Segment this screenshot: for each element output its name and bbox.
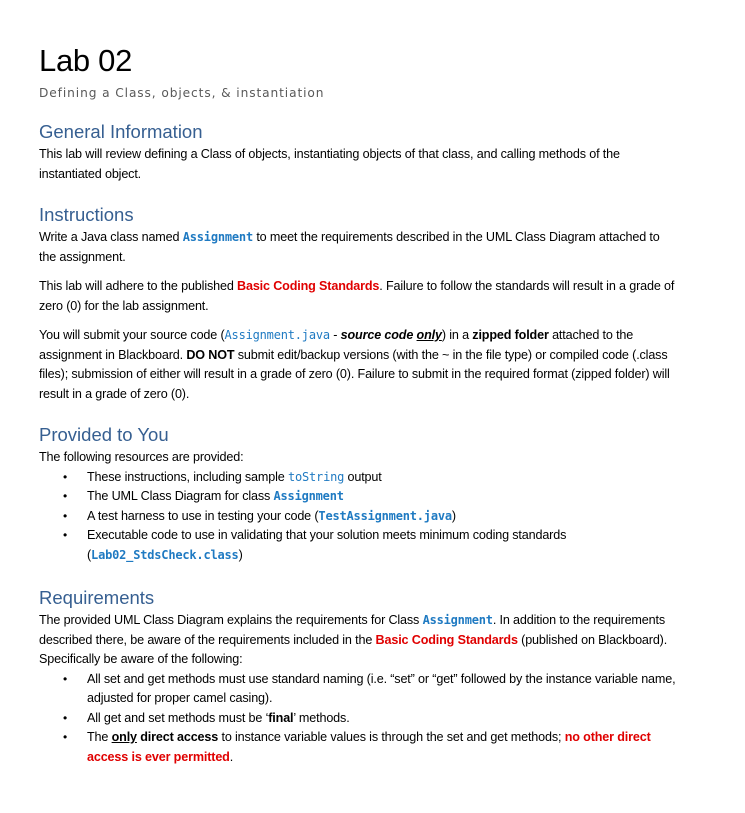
emphasis-only: only [416,328,442,342]
emphasis-final: final [268,710,294,725]
text: A test harness to use in testing your co… [87,508,319,523]
instructions-paragraph-3: You will submit your source code (Assign… [39,326,679,404]
emphasis-direct-access: direct access [136,730,219,744]
requirements-list: • All set and get methods must use standa… [39,670,679,768]
list-item: • The UML Class Diagram for class Assignm… [39,487,679,507]
list-item: • All set and get methods must use standa… [39,670,679,709]
text: These instructions, including sample [87,469,288,484]
text: ’ methods. [293,710,350,725]
text: . [229,749,234,764]
heading-general-information: General Information [39,121,203,142]
general-info-paragraph: This lab will review defining a Class of… [39,147,620,181]
basic-coding-standards-link: Basic Coding Standards [237,279,380,293]
text: submit edit/backup versions (with the ~ … [234,347,637,362]
document-subtitle: Defining a Class, objects, & instantiati… [39,86,325,100]
emphasis-source-code: source code [340,328,417,342]
bullet-icon: • [63,528,68,542]
class-name-code: Assignment [273,489,344,503]
bullet-icon: • [63,508,68,523]
emphasis-only: only [111,730,137,744]
class-name-code: Assignment [422,613,493,627]
file-name-code: Assignment.java [224,328,331,342]
section-provided-to-you: Provided to You The following resources … [39,423,679,565]
text: ) [451,508,456,523]
list-item: • A test harness to use in testing your c… [39,507,679,527]
instructions-paragraph-2: This lab will adhere to the published Ba… [39,277,679,316]
provided-list: • These instructions, including sample to… [39,468,679,566]
emphasis-do-not: DO NOT [186,347,235,362]
text: The [87,730,112,744]
section-general-information: General Information This lab will review… [39,120,679,194]
text: Write a Java class named [39,230,183,244]
text: This lab will adhere to the published [39,279,238,293]
provided-intro: The following resources are provided: [39,450,244,464]
text: ); submission of either will result in a… [39,367,670,401]
section-requirements: Requirements The provided UML Class Diag… [39,586,679,767]
list-item: • All get and set methods must be ‘final’… [39,709,679,729]
bullet-icon: • [63,469,68,484]
emphasis-zipped-folder: zipped folder [472,328,549,342]
text: The UML Class Diagram for class [87,489,274,503]
heading-provided-to-you: Provided to You [39,424,169,445]
file-name-code: TestAssignment.java [318,508,452,523]
bullet-icon: • [63,710,68,725]
document-title: Lab 02 [39,43,133,78]
bullet-icon: • [63,730,68,744]
text: ) in a [441,328,473,342]
list-item: • The only direct access to instance vari… [39,728,679,767]
file-name-code: Lab02_StdsCheck.class [91,547,239,562]
text: to instance variable values is through t… [218,730,565,744]
text: All set and get methods must use standar… [87,671,676,706]
text: - [329,328,341,342]
text: The provided UML Class Diagram explains … [39,613,423,627]
section-instructions: Instructions Write a Java class named As… [39,203,679,414]
text: ) [238,547,243,562]
bullet-icon: • [63,671,68,686]
text: All get and set methods must be ‘ [87,710,269,725]
text: You will submit your source code ( [39,328,225,342]
heading-requirements: Requirements [39,587,155,608]
method-name-code: toString [287,469,345,484]
list-item: • Executable code to use in validating th… [39,526,679,565]
requirements-paragraph: The provided UML Class Diagram explains … [39,611,679,670]
heading-instructions: Instructions [39,204,134,225]
instructions-paragraph-1: Write a Java class named Assignment to m… [39,228,679,267]
class-name-code: Assignment [182,230,253,244]
list-item: • These instructions, including sample to… [39,468,679,488]
bullet-icon: • [63,489,68,503]
basic-coding-standards-link: Basic Coding Standards [375,632,518,647]
text: output [344,469,382,484]
